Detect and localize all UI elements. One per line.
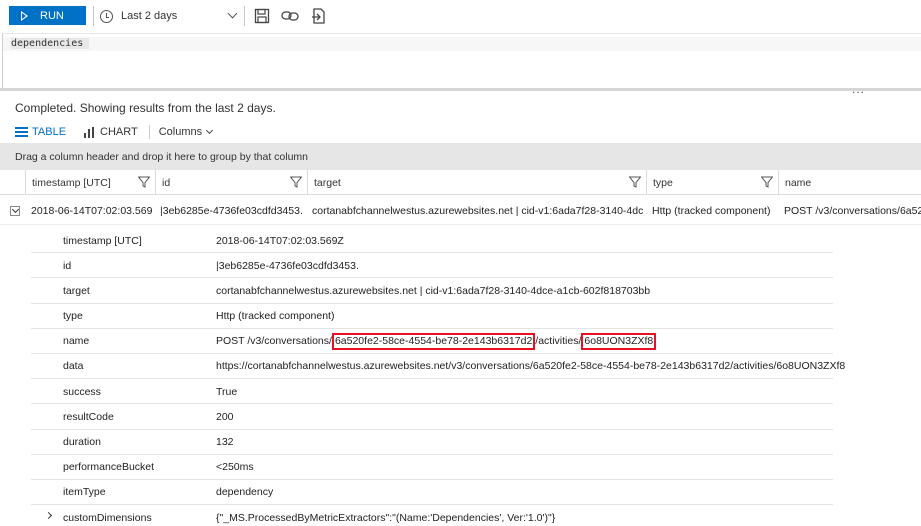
collapse-icon[interactable] [10,206,20,216]
detail-value: Http (tracked component) [216,310,335,323]
highlight-conversation-id: 6a520fe2-58ce-4554-be78-2e143b6317d2 [331,332,536,350]
save-icon[interactable] [252,6,272,26]
detail-value: dependency [216,486,274,499]
run-label: RUN [40,9,64,22]
detail-row: data https://cortanabfchannelwestus.azur… [31,354,845,380]
detail-key: itemType [63,486,106,499]
column-header-timestamp[interactable]: timestamp [UTC] [25,170,155,195]
detail-key: performanceBucket [63,461,155,474]
viewbar-divider [148,125,150,139]
group-by-hint: Drag a column header and drop it here to… [15,150,309,163]
name-mid: /activities/ [535,335,582,348]
column-header-label: type [653,176,673,189]
detail-row: resultCode 200 [31,404,833,430]
cell-target: cortanabfchannelwestus.azurewebsites.net… [312,204,644,217]
detail-key: timestamp [UTC] [63,234,142,247]
toolbar-divider [93,6,94,26]
columns-dropdown[interactable]: Columns [158,126,214,138]
query-editor[interactable]: dependencies [2,33,921,91]
tab-table-label: TABLE [32,126,67,138]
time-range-label: Last 2 days [121,10,178,22]
detail-key: customDimensions [44,505,152,526]
cell-timestamp: 2018-06-14T07:02:03.569 [31,204,153,217]
column-header-target[interactable]: target [307,170,646,195]
column-header-type[interactable]: type [646,170,778,195]
detail-value: |3eb6285e-4736fe03cdfd3453. [216,259,359,272]
table-icon [15,127,28,137]
detail-value: 132 [216,436,234,448]
detail-row-expandable[interactable]: customDimensions {"_MS.ProcessedByMetric… [31,505,833,526]
detail-value: 200 [216,410,234,423]
detail-row: id |3eb6285e-4736fe03cdfd3453. [31,253,833,279]
tab-table[interactable]: TABLE [15,126,66,138]
clock-icon [100,9,113,23]
editor-current-line [3,37,921,51]
query-text[interactable]: dependencies [11,38,90,49]
column-header-label: name [785,176,812,189]
detail-value: <250ms [216,461,254,474]
cell-id: |3eb6285e-4736fe03cdfd3453. [160,204,303,217]
column-header-label: target [314,176,341,189]
columns-label: Columns [158,126,203,138]
run-button[interactable]: RUN [9,6,86,25]
results-status: Completed. Showing results from the last… [15,101,276,115]
column-header-label: id [162,176,171,189]
detail-row: success True [31,379,833,405]
column-header-id[interactable]: id [155,170,307,195]
highlight-activity-id: 6o8UON3ZXf8 [581,332,657,350]
detail-key: duration [63,436,101,448]
export-icon[interactable] [309,6,329,26]
group-by-drop-zone[interactable]: Drag a column header and drop it here to… [0,143,921,170]
filter-icon[interactable] [138,176,150,188]
detail-value: True [216,385,238,398]
detail-value-name: POST /v3/conversations/ 6a520fe2-58ce-45… [216,329,657,354]
detail-row: performanceBucket <250ms [31,455,833,480]
chevron-right-icon[interactable] [44,512,53,520]
pane-splitter[interactable] [0,88,921,91]
detail-value: {"_MS.ProcessedByMetricExtractors":"(Nam… [216,511,556,524]
detail-row: type Http (tracked component) [31,304,833,329]
tab-chart-label: CHART [100,126,138,138]
play-icon [21,10,28,21]
detail-row: name POST /v3/conversations/ 6a520fe2-58… [31,329,833,354]
tab-chart[interactable]: CHART [84,126,138,138]
name-prefix: POST /v3/conversations/ [216,335,332,348]
toolbar-divider [244,6,245,26]
detail-key: id [63,259,72,272]
results-view-bar: TABLE CHART Columns [15,124,230,140]
detail-row: timestamp [UTC] 2018-06-14T07:02:03.569Z [31,228,833,254]
detail-row: duration 132 [31,430,833,455]
detail-key: resultCode [63,410,114,423]
detail-value: cortanabfchannelwestus.azurewebsites.net… [216,284,651,297]
cell-name: POST /v3/conversations/6a520fe2-58ce-455… [784,204,921,217]
detail-key: success [63,385,101,398]
column-header-label: timestamp [UTC] [32,176,111,189]
time-range-picker[interactable]: Last 2 days [100,6,240,26]
chevron-down-icon [206,126,214,135]
detail-row: target cortanabfchannelwestus.azurewebsi… [31,278,833,304]
filter-icon[interactable] [290,176,302,188]
detail-key: type [63,310,83,323]
column-header-name[interactable]: name [778,170,921,195]
table-header: timestamp [UTC] id target type name [0,170,921,195]
detail-key: name [63,335,90,348]
detail-value: https://cortanabfchannelwestus.azurewebs… [216,360,846,373]
detail-key-label: customDimensions [63,511,152,524]
detail-row: itemType dependency [31,480,833,506]
cell-type: Http (tracked component) [652,204,771,217]
link-icon[interactable] [280,6,300,26]
detail-value: 2018-06-14T07:02:03.569Z [216,234,344,247]
table-row[interactable]: 2018-06-14T07:02:03.569 |3eb6285e-4736fe… [0,196,921,225]
chart-icon [84,126,96,138]
more-icon[interactable]: ... [852,82,865,96]
filter-icon[interactable] [761,176,773,188]
row-details: timestamp [UTC] 2018-06-14T07:02:03.569Z… [31,228,845,526]
detail-key: target [63,284,90,297]
chevron-down-icon [227,8,238,19]
detail-key: data [63,360,84,373]
filter-icon[interactable] [629,176,641,188]
query-toolbar: RUN Last 2 days [0,0,921,33]
